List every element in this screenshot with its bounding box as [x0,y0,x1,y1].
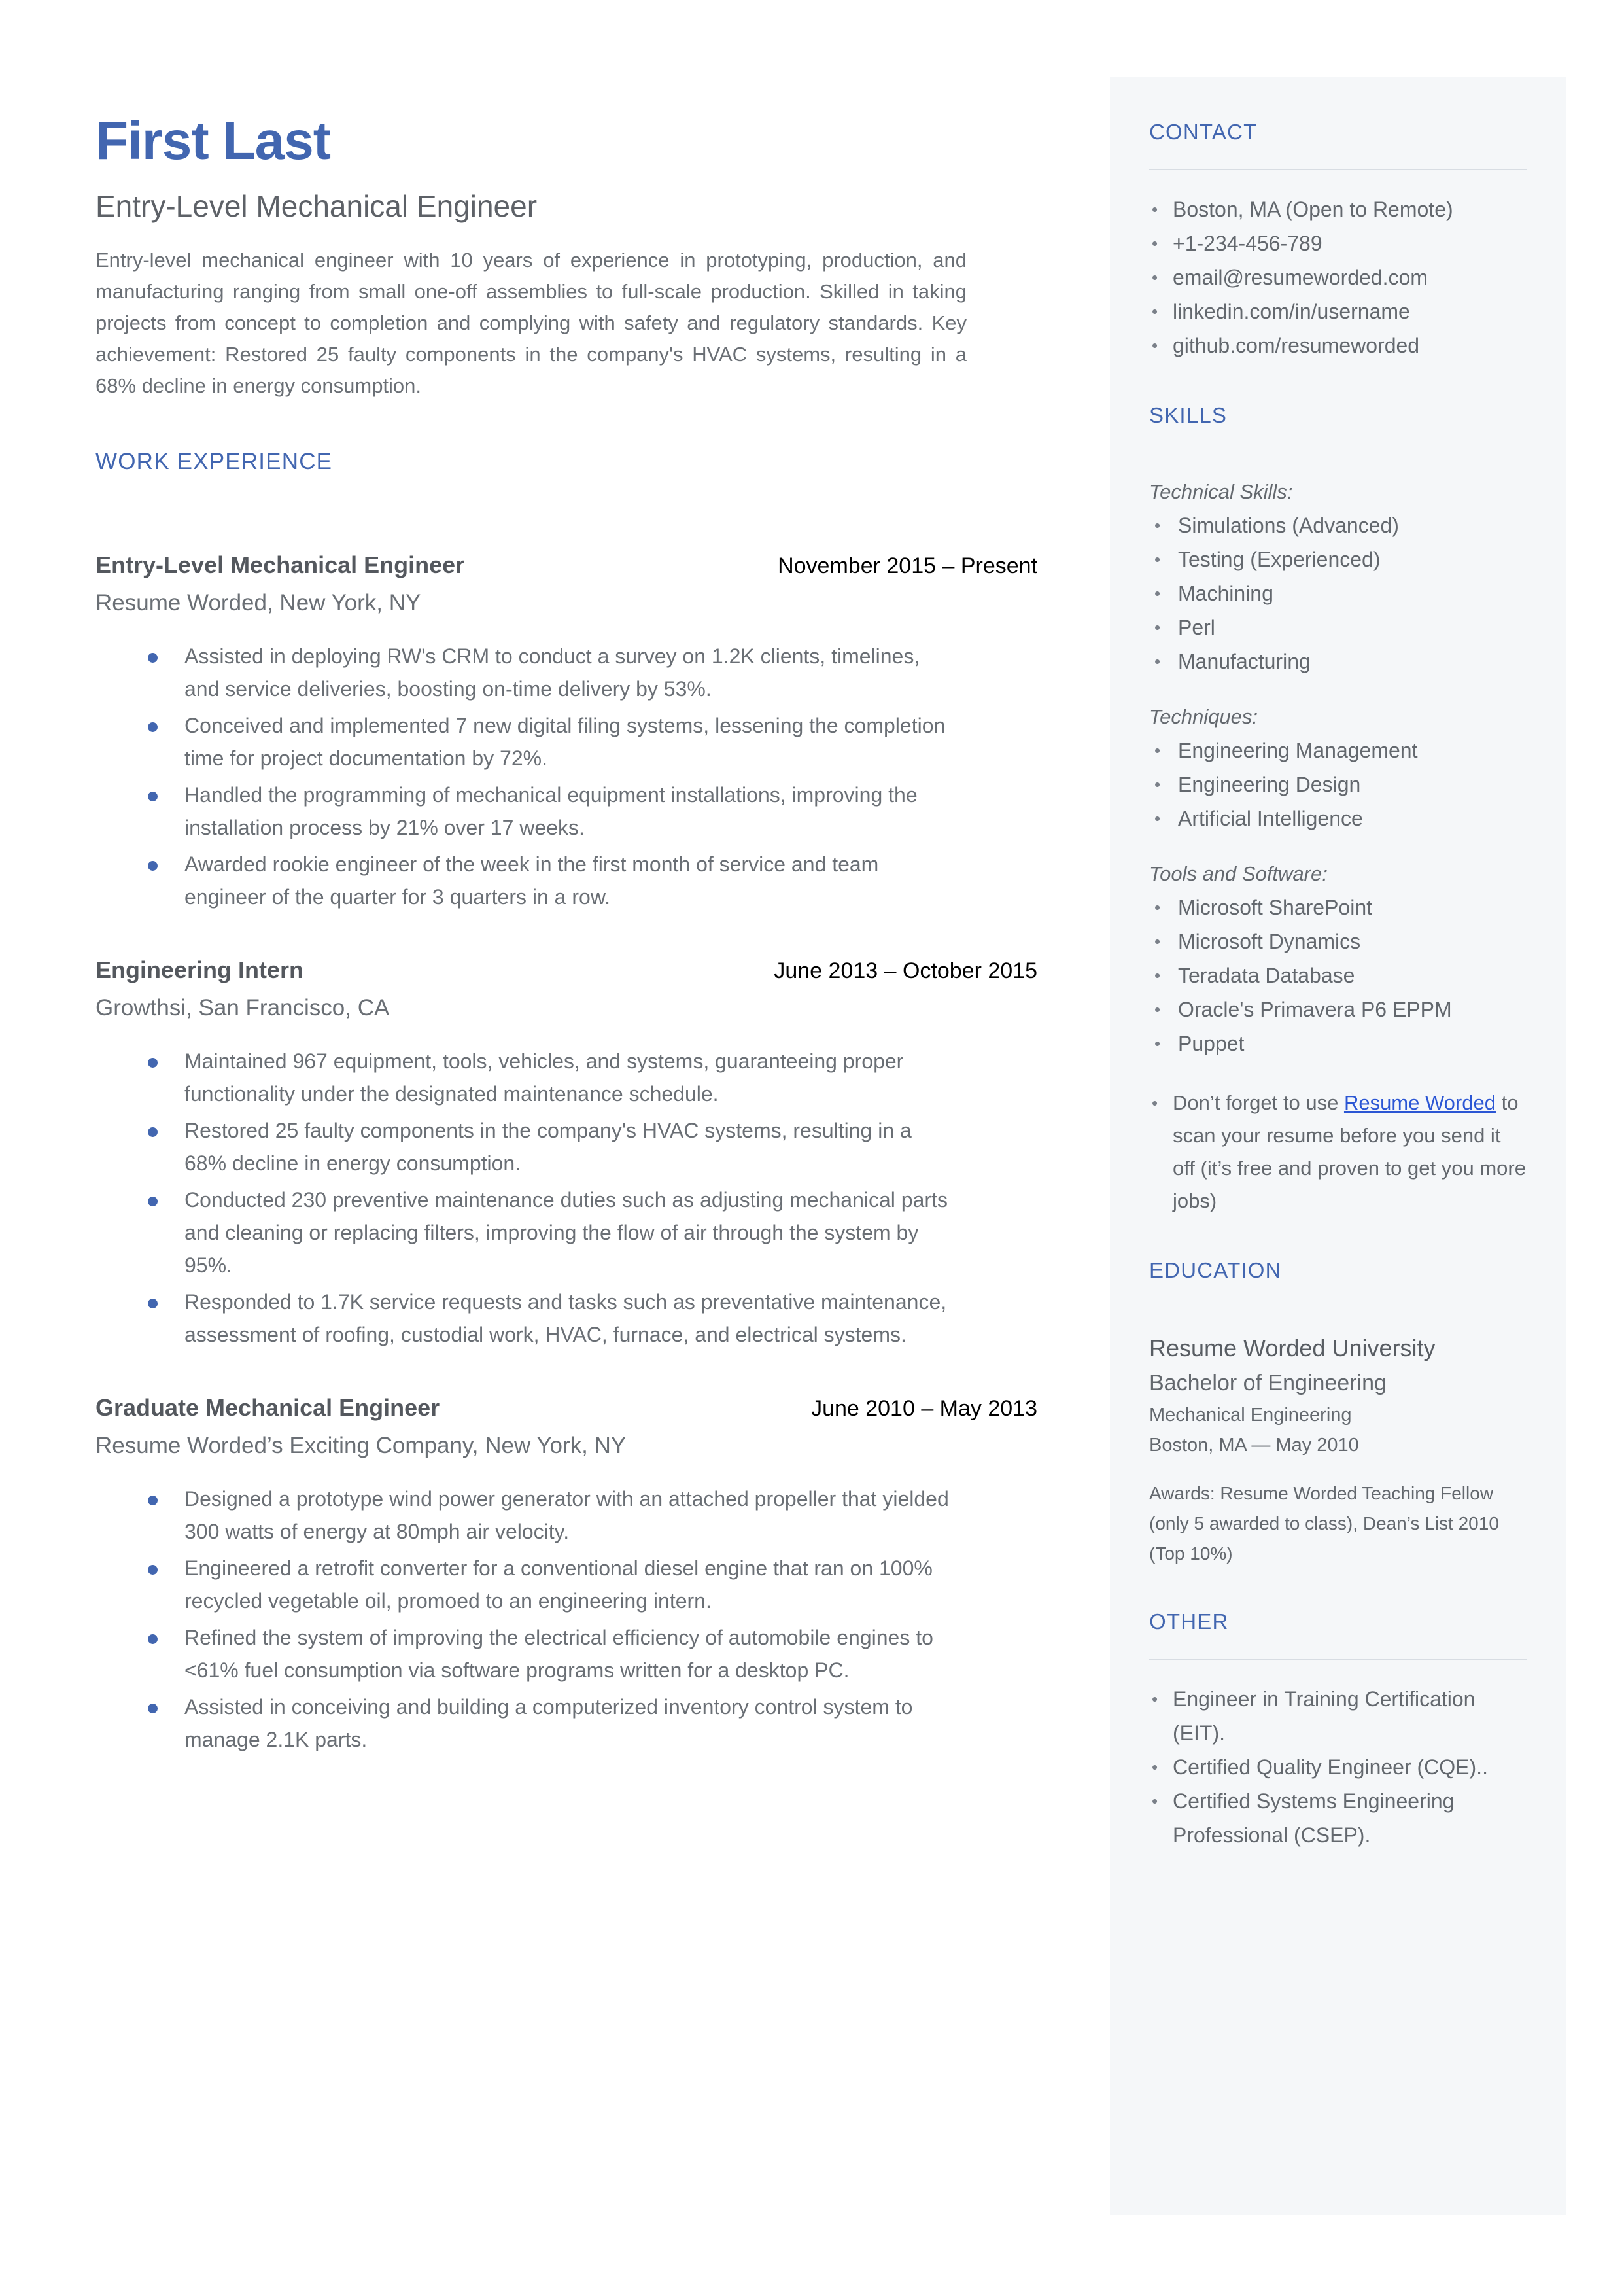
skills-item-list: Microsoft SharePoint Microsoft Dynamics … [1149,890,1527,1060]
contact-item-location: Boston, MA (Open to Remote) [1149,192,1527,226]
contact-list: Boston, MA (Open to Remote) +1-234-456-7… [1149,192,1527,362]
skills-group-label: Techniques: [1149,705,1258,728]
sidebar-heading-skills: SKILLS [1149,403,1228,427]
job-bullet: Engineered a retrofit converter for a co… [95,1552,959,1617]
sidebar-divider-contact [1149,169,1527,170]
job-header-row: Engineering Intern June 2013 – October 2… [95,954,1037,987]
skill-item: Teradata Database [1149,958,1527,992]
skill-item: Engineering Design [1149,767,1527,801]
job-company: Resume Worded’s Exciting Company, New Yo… [95,1433,627,1458]
job-bullet: Assisted in deploying RW's CRM to conduc… [95,640,959,705]
work-experience-entry: Graduate Mechanical Engineer June 2010 –… [95,1392,1037,1756]
contact-item-email[interactable]: email@resumeworded.com [1149,260,1527,294]
section-heading-work-experience: WORK EXPERIENCE [95,449,333,474]
job-role: Graduate Mechanical Engineer [95,1394,440,1421]
skills-group-label: Technical Skills: [1149,480,1293,503]
skill-item: Puppet [1149,1026,1527,1060]
skill-item: Oracle's Primavera P6 EPPM [1149,992,1527,1026]
skill-item: Artificial Intelligence [1149,801,1527,835]
skill-item: Manufacturing [1149,644,1527,678]
job-bullet: Conceived and implemented 7 new digital … [95,709,959,775]
contact-item-linkedin[interactable]: linkedin.com/in/username [1149,294,1527,328]
education-field: Mechanical Engineering [1149,1405,1352,1426]
other-item: Certified Quality Engineer (CQE).. [1149,1750,1527,1784]
job-dates: November 2015 – Present [778,553,1037,578]
sidebar: CONTACT Boston, MA (Open to Remote) +1-2… [1110,77,1566,2215]
skills-group-label: Tools and Software: [1149,862,1328,885]
skill-item: Microsoft Dynamics [1149,924,1527,958]
candidate-headline: Entry-Level Mechanical Engineer [95,189,538,223]
job-company: Resume Worded, New York, NY [95,590,421,616]
resume-page: First Last Entry-Level Mechanical Engine… [0,0,1624,2295]
work-experience-entry: Entry-Level Mechanical Engineer November… [95,549,1037,913]
other-item: Engineer in Training Certification (EIT)… [1149,1682,1527,1750]
job-header-row: Graduate Mechanical Engineer June 2010 –… [95,1392,1037,1425]
sidebar-divider-other [1149,1659,1527,1660]
contact-item-github[interactable]: github.com/resumeworded [1149,328,1527,362]
skills-group-techniques: Techniques: Engineering Management Engin… [1149,701,1527,835]
other-list: Engineer in Training Certification (EIT)… [1149,1682,1527,1852]
skill-item: Testing (Experienced) [1149,542,1527,576]
skill-item: Microsoft SharePoint [1149,890,1527,924]
professional-summary: Entry-level mechanical engineer with 10 … [95,249,967,397]
job-role: Entry-Level Mechanical Engineer [95,552,465,578]
resume-worded-promo: Don’t forget to use Resume Worded to sca… [1149,1087,1527,1218]
sidebar-heading-contact: CONTACT [1149,120,1258,144]
resume-worded-link[interactable]: Resume Worded [1344,1091,1496,1114]
job-bullet-list: Assisted in deploying RW's CRM to conduc… [95,640,1037,913]
job-bullet-list: Maintained 967 equipment, tools, vehicle… [95,1045,1037,1351]
main-column: First Last Entry-Level Mechanical Engine… [95,0,1037,1760]
job-bullet: Maintained 967 equipment, tools, vehicle… [95,1045,959,1110]
education-location-date: Boston, MA — May 2010 [1149,1435,1359,1456]
skill-item: Perl [1149,610,1527,644]
job-role: Engineering Intern [95,956,304,983]
work-experience-entry: Engineering Intern June 2013 – October 2… [95,954,1037,1351]
skill-item: Engineering Management [1149,733,1527,767]
education-school: Resume Worded University [1149,1335,1436,1361]
contact-item-phone[interactable]: +1-234-456-789 [1149,226,1527,260]
skills-group-technical: Technical Skills: Simulations (Advanced)… [1149,476,1527,678]
sidebar-heading-other: OTHER [1149,1609,1229,1634]
job-bullet: Designed a prototype wind power generato… [95,1482,959,1548]
job-bullet: Handled the programming of mechanical eq… [95,779,959,844]
job-bullet-list: Designed a prototype wind power generato… [95,1482,1037,1756]
job-bullet: Responded to 1.7K service requests and t… [95,1286,959,1351]
sidebar-heading-education: EDUCATION [1149,1258,1282,1282]
job-bullet: Conducted 230 preventive maintenance dut… [95,1183,959,1282]
education-degree: Bachelor of Engineering [1149,1371,1387,1395]
job-bullet: Refined the system of improving the elec… [95,1621,959,1687]
skill-item: Simulations (Advanced) [1149,508,1527,542]
other-item: Certified Systems Engineering Profession… [1149,1784,1527,1852]
skills-item-list: Simulations (Advanced) Testing (Experien… [1149,508,1527,678]
job-bullet: Assisted in conceiving and building a co… [95,1691,959,1756]
candidate-name: First Last [95,111,331,171]
promo-prefix: Don’t forget to use [1173,1091,1344,1114]
skill-item: Machining [1149,576,1527,610]
education-awards: Awards: Resume Worded Teaching Fellow (o… [1149,1483,1499,1564]
job-dates: June 2010 – May 2013 [811,1396,1037,1421]
job-bullet: Awarded rookie engineer of the week in t… [95,848,959,913]
job-company: Growthsi, San Francisco, CA [95,995,390,1021]
job-header-row: Entry-Level Mechanical Engineer November… [95,549,1037,582]
skills-item-list: Engineering Management Engineering Desig… [1149,733,1527,835]
job-dates: June 2013 – October 2015 [774,958,1037,983]
skills-group-tools: Tools and Software: Microsoft SharePoint… [1149,858,1527,1060]
job-bullet: Restored 25 faulty components in the com… [95,1114,959,1180]
